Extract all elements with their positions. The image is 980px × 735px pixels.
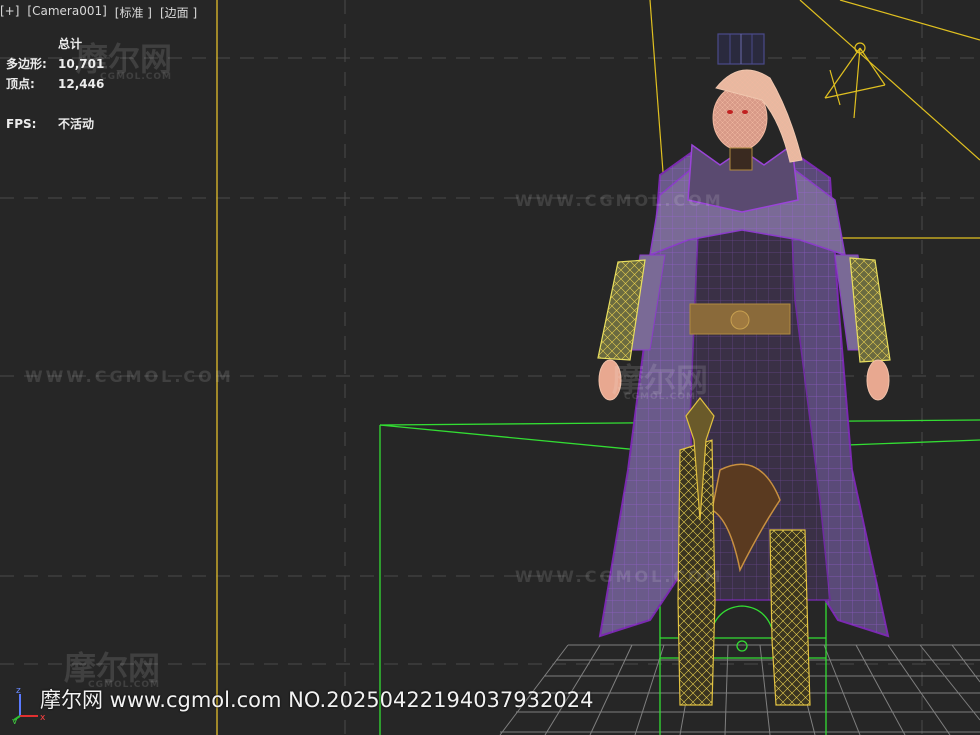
stats-fps-value: 不活动 <box>58 117 95 131</box>
axis-x-label: x <box>40 713 46 723</box>
stats-polygons-label: 多边形: <box>6 57 47 71</box>
stats-vertices-label: 顶点: <box>6 77 35 91</box>
footer-watermark: 摩尔网 www.cgmol.com NO.2025042219403793202… <box>40 688 594 712</box>
watermark-logo-sub: CGMOL.COM <box>100 72 172 82</box>
axis-y-label: y <box>12 717 18 724</box>
watermark-site: WWW.CGMOL.COM <box>25 367 234 386</box>
axis-z-label: z <box>16 686 21 696</box>
viewport-general-menu[interactable]: [+] <box>0 4 19 24</box>
stats-fps-label: FPS: <box>6 117 37 131</box>
3d-viewport[interactable]: [+] [Camera001] [标准 ] [边面 ] 总计 多边形: 10,7… <box>0 0 980 735</box>
viewport-label-menu: [+] [Camera001] [标准 ] [边面 ] <box>0 4 197 24</box>
stats-fps-row: FPS: 不活动 <box>6 114 104 134</box>
watermark-site: WWW.CGMOL.COM <box>515 191 724 210</box>
viewport-shading-menu[interactable]: [标准 ] <box>115 4 152 24</box>
viewport-edged-faces-menu[interactable]: [边面 ] <box>160 4 197 24</box>
viewport-camera-menu[interactable]: [Camera001] <box>27 4 106 24</box>
watermark-site: WWW.CGMOL.COM <box>515 567 724 586</box>
watermark-logo-sub: CGMOL.COM <box>624 392 696 402</box>
